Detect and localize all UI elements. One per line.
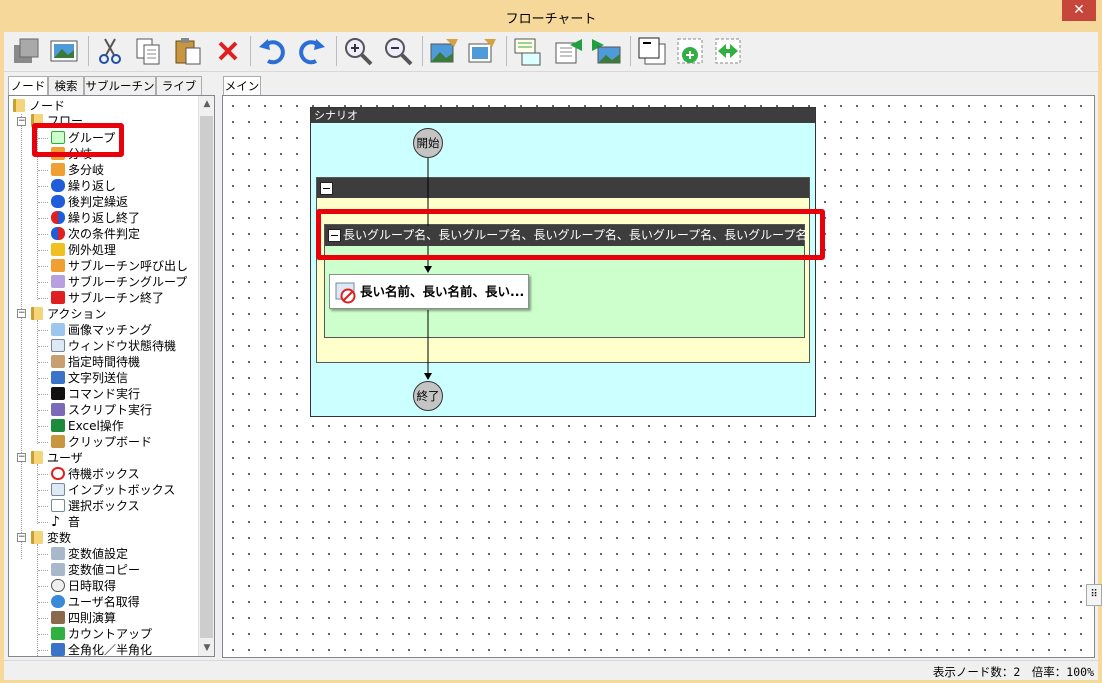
end-node[interactable]: 終了 xyxy=(413,381,443,411)
start-node[interactable]: 開始 xyxy=(413,128,443,158)
action-node-label: 長い名前、長い名前、長い... xyxy=(360,284,525,299)
wait-box-icon xyxy=(335,282,356,304)
status-text: 表示ノード数：2 倍率：100% xyxy=(932,665,1094,679)
wait-box-action-node[interactable]: 長い名前、長い名前、長い... xyxy=(329,274,529,309)
side-panel-button[interactable]: ⠿ xyxy=(1086,584,1102,606)
flow-connectors xyxy=(424,158,432,380)
highlight-group-title xyxy=(316,209,825,260)
status-bar: 表示ノード数：2 倍率：100% xyxy=(4,660,1098,680)
